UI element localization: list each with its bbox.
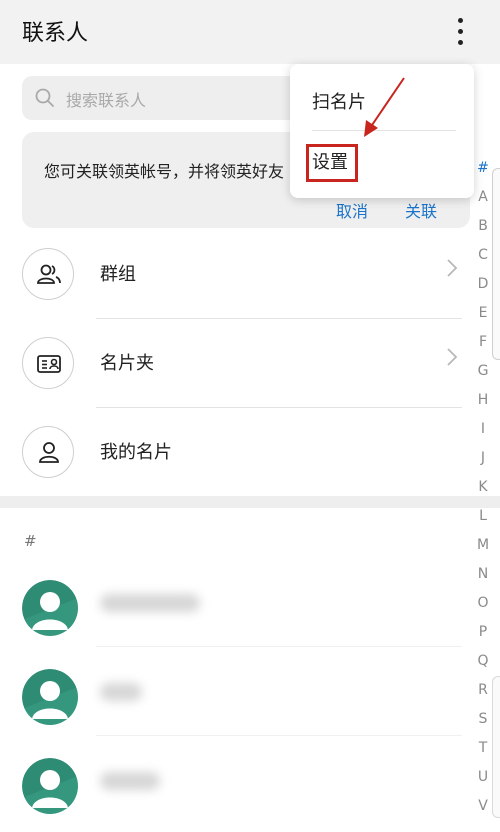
menu-item-scan-card[interactable]: 扫名片 — [312, 88, 366, 114]
index-letter[interactable]: H — [470, 392, 496, 408]
person-icon — [22, 426, 74, 478]
index-letter[interactable]: E — [470, 305, 496, 321]
page-title: 联系人 — [22, 21, 89, 46]
search-placeholder: 搜索联系人 — [66, 91, 147, 110]
overflow-menu: 扫名片 设置 — [290, 64, 474, 198]
section-gap — [0, 496, 500, 508]
group-icon — [22, 248, 74, 300]
app-header: 联系人 — [0, 0, 500, 64]
contact-item[interactable] — [0, 566, 470, 654]
contact-item[interactable] — [0, 744, 470, 832]
card-holder-row[interactable]: 名片夹 — [0, 319, 470, 407]
contact-name-blurred — [100, 772, 160, 790]
index-letter[interactable]: R — [470, 682, 496, 698]
index-letter[interactable]: J — [470, 450, 496, 466]
index-letter[interactable]: S — [470, 711, 496, 727]
index-letter[interactable]: O — [470, 595, 496, 611]
contact-item[interactable] — [0, 655, 470, 743]
index-letter[interactable]: Q — [470, 653, 496, 669]
row-divider — [96, 646, 462, 647]
my-card-row[interactable]: 我的名片 — [0, 408, 470, 496]
groups-row[interactable]: 群组 — [0, 230, 470, 318]
chevron-right-icon — [447, 348, 458, 366]
menu-divider — [312, 130, 456, 131]
card-holder-icon — [22, 337, 74, 389]
index-letter[interactable]: T — [470, 740, 496, 756]
groups-label: 群组 — [100, 264, 136, 285]
index-letter[interactable]: G — [470, 363, 496, 379]
banner-text: 您可关联领英帐号，并将领英好友 — [44, 162, 285, 181]
contact-name-blurred — [100, 683, 142, 701]
index-letter[interactable]: B — [470, 218, 496, 234]
row-divider — [96, 735, 462, 736]
more-options-icon[interactable] — [448, 16, 474, 48]
default-avatar-icon — [22, 758, 78, 814]
card-holder-label: 名片夹 — [100, 353, 154, 374]
search-input[interactable]: 搜索联系人 — [22, 76, 322, 120]
index-letter[interactable]: F — [470, 334, 496, 350]
link-account-button[interactable]: 关联 — [405, 198, 437, 222]
index-letter[interactable]: I — [470, 421, 496, 437]
chevron-right-icon — [447, 259, 458, 277]
section-header: # — [24, 532, 37, 550]
index-letter[interactable]: A — [470, 189, 496, 205]
index-letter[interactable]: P — [470, 624, 496, 640]
search-icon — [35, 88, 54, 107]
cancel-button[interactable]: 取消 — [336, 198, 368, 222]
index-letter[interactable]: K — [470, 479, 496, 495]
menu-item-settings[interactable]: 设置 — [312, 148, 348, 174]
index-letter[interactable]: L — [470, 508, 496, 524]
index-letter[interactable]: N — [470, 566, 496, 582]
my-card-label: 我的名片 — [100, 442, 172, 463]
default-avatar-icon — [22, 669, 78, 725]
index-letter[interactable]: M — [470, 537, 496, 553]
index-letter[interactable]: C — [470, 247, 496, 263]
contact-name-blurred — [100, 594, 200, 612]
index-letter[interactable]: V — [470, 798, 496, 814]
index-letter[interactable]: D — [470, 276, 496, 292]
default-avatar-icon — [22, 580, 78, 636]
index-letter[interactable]: U — [470, 769, 496, 785]
